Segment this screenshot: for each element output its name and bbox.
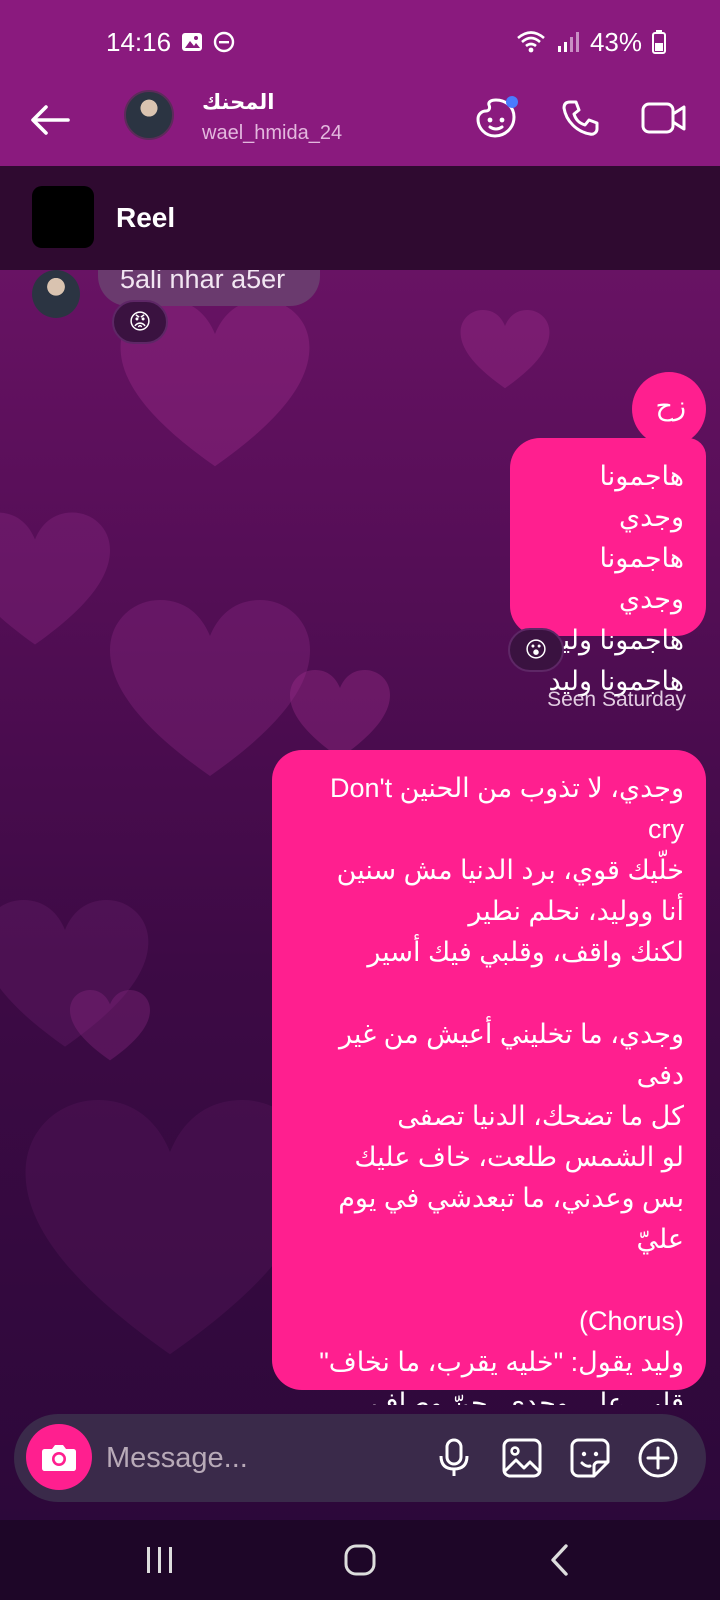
outgoing-message[interactable]: هاجمونا وجدي هاجمونا وجدي هاجمونا وليد ه… [510, 438, 706, 696]
reaction-badge[interactable]: 😡 [112, 300, 168, 344]
message-input[interactable] [106, 1438, 406, 1478]
battery-icon [652, 30, 666, 54]
message-list[interactable]: 5ali nhar a5er 😡 زح هاجمونا وجدي هاجمونا… [0, 270, 720, 1405]
home-icon [344, 1544, 376, 1576]
voice-message-button[interactable] [430, 1434, 478, 1482]
video-camera-icon [641, 102, 686, 134]
reaction-badge[interactable]: 😮 [508, 628, 564, 672]
home-button[interactable] [330, 1536, 390, 1584]
sticker-icon [570, 1438, 610, 1478]
wifi-icon [516, 30, 546, 54]
seen-status: Seen Saturday [547, 688, 686, 711]
angry-emoji: 😡 [128, 309, 152, 334]
recent-apps-button[interactable] [130, 1536, 190, 1584]
system-back-button[interactable] [530, 1536, 590, 1584]
arrow-left-icon [31, 105, 70, 135]
camera-icon [42, 1445, 76, 1471]
message-line: هاجمونا وجدي [599, 543, 684, 614]
back-button[interactable] [26, 96, 74, 144]
recent-apps-icon [147, 1547, 172, 1573]
message-line: هاجمونا وجدي [599, 461, 684, 532]
plus-circle-icon [638, 1438, 678, 1478]
notification-dot [506, 96, 518, 108]
chevron-left-icon [551, 1544, 568, 1576]
system-navigation-bar [0, 1520, 720, 1600]
microphone-icon [439, 1438, 469, 1476]
reel-label: Reel [116, 202, 176, 233]
chat-header: المحنك wael_hmida_24 [0, 84, 720, 166]
theme-button[interactable] [472, 94, 520, 142]
image-notification-icon [181, 31, 203, 53]
audio-call-button[interactable] [556, 94, 604, 142]
image-icon [502, 1438, 542, 1478]
contact-handle[interactable]: wael_hmida_24 [202, 122, 342, 145]
avatar[interactable] [124, 90, 174, 140]
status-bar: 14:16 43% [0, 0, 720, 84]
status-time: 14:16 [106, 26, 172, 57]
outgoing-message[interactable]: زح [632, 372, 706, 446]
signal-icon [556, 30, 580, 54]
video-call-button[interactable] [640, 94, 688, 142]
message-composer [14, 1414, 706, 1502]
dnd-icon [213, 31, 235, 53]
outgoing-message[interactable]: وجدي، لا تذوب من الحنين Don't cry خلّيك … [272, 750, 706, 1405]
sticker-button[interactable] [566, 1434, 614, 1482]
gallery-button[interactable] [498, 1434, 546, 1482]
camera-button[interactable] [26, 1424, 92, 1490]
pinned-reel-bar[interactable]: Reel [0, 166, 720, 270]
reel-thumbnail[interactable] [32, 186, 94, 248]
contact-name[interactable]: المحنك [202, 90, 274, 115]
surprised-emoji: 😮 [524, 637, 548, 662]
sender-avatar[interactable] [32, 270, 80, 318]
battery-percent: 43% [589, 26, 642, 57]
more-options-button[interactable] [634, 1434, 682, 1482]
phone-icon [562, 100, 599, 136]
